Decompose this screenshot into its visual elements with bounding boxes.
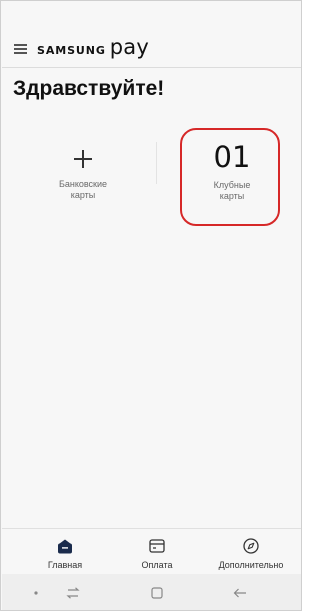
- app-header: SAMSUNG pay: [2, 2, 301, 67]
- bank-cards-label-line2: карты: [70, 190, 96, 200]
- plus-icon: [72, 148, 94, 170]
- tiles-separator: [156, 142, 157, 184]
- system-navigation-bar: [2, 574, 301, 610]
- dot-icon[interactable]: [26, 584, 46, 602]
- bank-cards-label-line1: Банковские: [58, 179, 108, 189]
- header-divider: [2, 67, 301, 68]
- bottom-tab-bar: Главная Оплата Дополнительно: [2, 529, 301, 574]
- wallet-icon: [20, 537, 110, 555]
- brand-pay-text: pay: [109, 35, 150, 59]
- tab-home[interactable]: Главная: [20, 537, 110, 571]
- greeting-title: Здравствуйте!: [13, 77, 165, 100]
- home-icon[interactable]: [147, 584, 167, 602]
- compass-icon: [206, 537, 296, 555]
- club-cards-highlight: [180, 128, 280, 226]
- card-icon: [112, 537, 202, 555]
- samsung-pay-logo: SAMSUNG pay: [37, 35, 149, 59]
- tab-pay[interactable]: Оплата: [112, 537, 202, 571]
- tab-home-label: Главная: [47, 560, 83, 570]
- recent-apps-icon[interactable]: [63, 584, 83, 602]
- hamburger-menu-icon[interactable]: [14, 44, 27, 54]
- bank-cards-tile[interactable]: Банковские карты: [33, 140, 133, 201]
- bank-cards-label: Банковские карты: [43, 179, 123, 201]
- tab-more[interactable]: Дополнительно: [206, 537, 296, 571]
- tab-more-label: Дополнительно: [218, 560, 284, 570]
- back-icon[interactable]: [230, 584, 250, 602]
- brand-samsung-text: SAMSUNG: [37, 44, 106, 57]
- app-screen: SAMSUNG pay Здравствуйте! Банковские кар…: [0, 0, 302, 611]
- tab-pay-label: Оплата: [141, 560, 173, 570]
